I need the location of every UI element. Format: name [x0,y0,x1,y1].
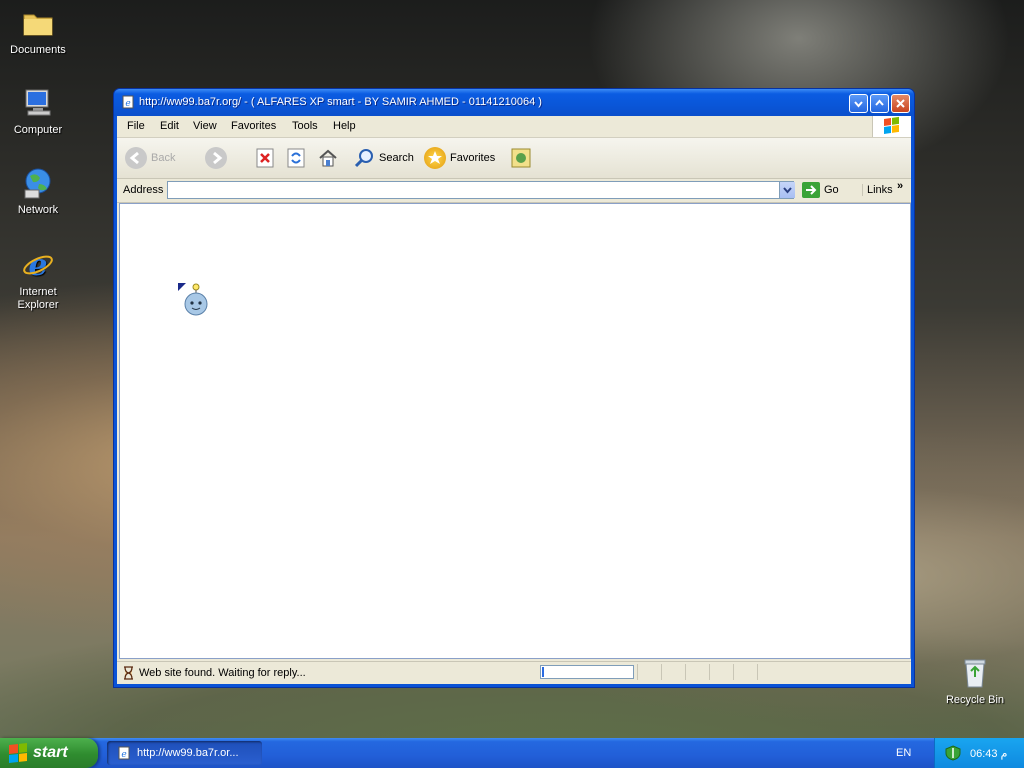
status-divider [733,664,734,680]
menu-bar: File Edit View Favorites Tools Help [117,116,911,138]
status-divider [637,664,638,680]
menu-edit[interactable]: Edit [160,120,179,132]
go-label: Go [824,184,839,196]
media-icon [511,148,531,168]
links-toolbar[interactable]: Links [862,184,893,196]
chevron-right-icon[interactable]: » [897,180,903,192]
recycle-bin-icon [958,656,992,690]
start-button[interactable]: start [0,738,98,768]
desktop-icon-label: Internet Explorer [17,286,59,311]
address-input[interactable] [167,181,794,199]
desktop-icon-recycle-bin[interactable]: Recycle Bin [937,656,1013,707]
taskbar-button-label: http://ww99.ba7r.or... [137,747,239,759]
desktop-icon-internet-explorer[interactable]: e Internet Explorer [0,248,76,312]
forward-arrow-icon [205,147,227,169]
stop-icon [256,148,274,168]
desktop-icon-label: Recycle Bin [945,694,1005,706]
page-icon: e [121,95,135,109]
page-content-area[interactable] [119,203,911,659]
browser-window: e http://ww99.ba7r.org/ - ( ALFARES XP s… [114,89,914,687]
svg-text:e: e [28,248,47,282]
maximize-icon [875,99,884,106]
taskbar: start e http://ww99.ba7r.or... EN 06:43 … [0,738,1024,768]
computer-icon [21,86,55,120]
system-tray: 06:43 م [934,738,1024,768]
page-icon: e [118,746,130,760]
network-globe-icon [21,166,55,200]
menu-help[interactable]: Help [333,120,356,132]
address-dropdown-button[interactable] [779,182,795,198]
back-button-label: Back [151,152,176,164]
menu-tools[interactable]: Tools [292,120,318,132]
progress-bar [540,665,634,679]
search-button-label: Search [379,152,414,164]
menu-file[interactable]: File [127,120,145,132]
home-icon [319,149,337,167]
clock[interactable]: 06:43 م [970,747,1007,760]
internet-explorer-icon: e [21,248,55,283]
start-label: start [33,744,68,761]
search-icon [354,149,373,168]
address-bar: Address Go Links » [117,179,911,203]
desktop-icon-label: Network [17,204,59,216]
status-divider [685,664,686,680]
standard-toolbar: Back Search Favorites [117,138,911,179]
loading-mascot-image [178,283,210,317]
folder-icon [21,6,55,40]
minimize-button[interactable] [849,94,868,113]
desktop-icon-documents[interactable]: Documents [0,6,76,57]
windows-flag-icon [9,743,27,763]
status-bar: Web site found. Waiting for reply... [117,661,911,684]
menu-favorites[interactable]: Favorites [231,120,276,132]
refresh-button[interactable] [286,146,306,170]
windows-logo-icon [872,116,911,137]
search-button[interactable]: Search [353,146,414,170]
go-button[interactable]: Go [802,182,839,198]
status-divider [709,664,710,680]
chevron-down-icon [783,187,792,194]
back-arrow-icon [125,147,147,169]
desktop-icon-label: Documents [10,44,66,56]
favorites-star-icon [424,147,446,169]
desktop-icon-label: Computer [13,124,63,136]
security-shield-icon[interactable] [944,745,962,761]
status-divider [661,664,662,680]
favorites-button-label: Favorites [450,152,496,164]
status-divider [757,664,758,680]
progress-fill [542,667,544,677]
back-button[interactable]: Back [125,146,175,170]
stop-button[interactable] [255,146,275,170]
minimize-icon [854,101,863,108]
title-bar[interactable]: e http://ww99.ba7r.org/ - ( ALFARES XP s… [114,89,914,116]
hourglass-icon [124,666,133,680]
refresh-icon [287,148,305,168]
favorites-button[interactable]: Favorites [424,146,495,170]
taskbar-button-browser[interactable]: e http://ww99.ba7r.or... [107,741,262,765]
close-icon [896,99,905,108]
window-title: http://ww99.ba7r.org/ - ( ALFARES XP sma… [139,96,542,108]
menu-view[interactable]: View [193,120,217,132]
close-button[interactable] [891,94,910,113]
desktop-icon-computer[interactable]: Computer [0,86,76,137]
forward-button[interactable] [205,146,227,170]
browser-client-area: File Edit View Favorites Tools Help Back [117,116,911,684]
go-arrow-icon [802,182,820,198]
language-indicator[interactable]: EN [896,747,911,759]
svg-text:e: e [125,99,130,109]
svg-text:e: e [121,750,126,760]
media-button[interactable] [510,146,532,170]
maximize-button[interactable] [870,94,889,113]
home-button[interactable] [317,146,339,170]
address-label: Address [123,184,164,196]
desktop-icon-network[interactable]: Network [0,166,76,217]
status-text: Web site found. Waiting for reply... [139,667,306,679]
